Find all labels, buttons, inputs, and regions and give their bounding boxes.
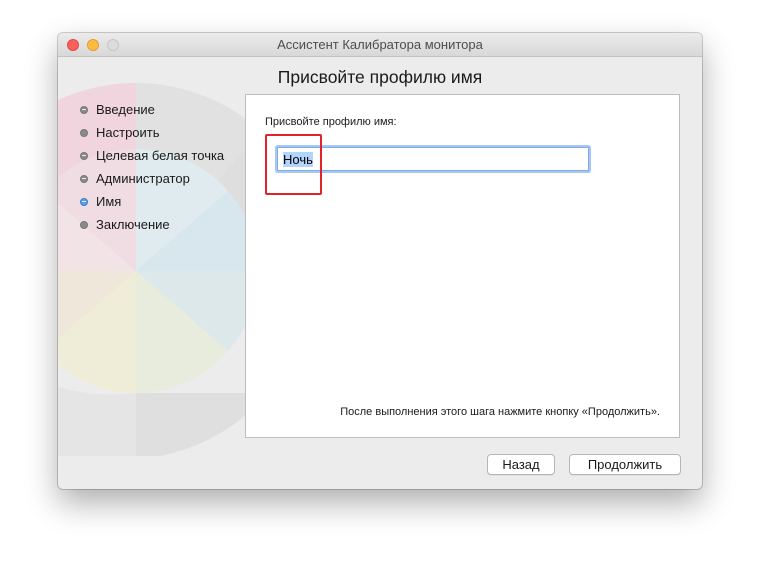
assistant-window: Ассистент Калибратора монитора Присвойте…: [58, 33, 702, 489]
annotation-highlight-box: [265, 134, 322, 195]
window-title: Ассистент Калибратора монитора: [277, 37, 483, 52]
step-label: Администратор: [96, 171, 190, 186]
continue-button[interactable]: Продолжить: [569, 454, 681, 475]
step-pending-icon: [80, 220, 88, 229]
step-done-icon: [80, 174, 88, 183]
step-item-intro: Введение: [80, 98, 224, 121]
step-done-icon: [80, 151, 88, 160]
step-label: Имя: [96, 194, 122, 209]
step-item-white-point: Целевая белая точка: [80, 144, 224, 167]
step-label: Введение: [96, 102, 155, 117]
step-pending-icon: [80, 128, 88, 137]
step-item-name: Имя: [80, 190, 224, 213]
step-item-conclusion: Заключение: [80, 213, 224, 236]
step-label: Настроить: [96, 125, 160, 140]
step-label: Заключение: [96, 217, 170, 232]
page-heading: Присвойте профилю имя: [277, 67, 483, 87]
step-item-admin: Администратор: [80, 167, 224, 190]
steps-list: Введение Настроить Целевая белая точка А…: [80, 98, 224, 236]
title-bar: Ассистент Калибратора монитора: [58, 33, 702, 57]
profile-name-input[interactable]: [277, 147, 589, 171]
continue-hint: После выполнения этого шага нажмите кноп…: [340, 406, 660, 418]
step-current-icon: [80, 197, 88, 206]
step-item-setup: Настроить: [80, 121, 224, 144]
step-label: Целевая белая точка: [96, 148, 225, 163]
profile-name-label: Присвойте профилю имя:: [265, 116, 397, 128]
back-button[interactable]: Назад: [487, 454, 555, 475]
step-done-icon: [80, 105, 88, 114]
